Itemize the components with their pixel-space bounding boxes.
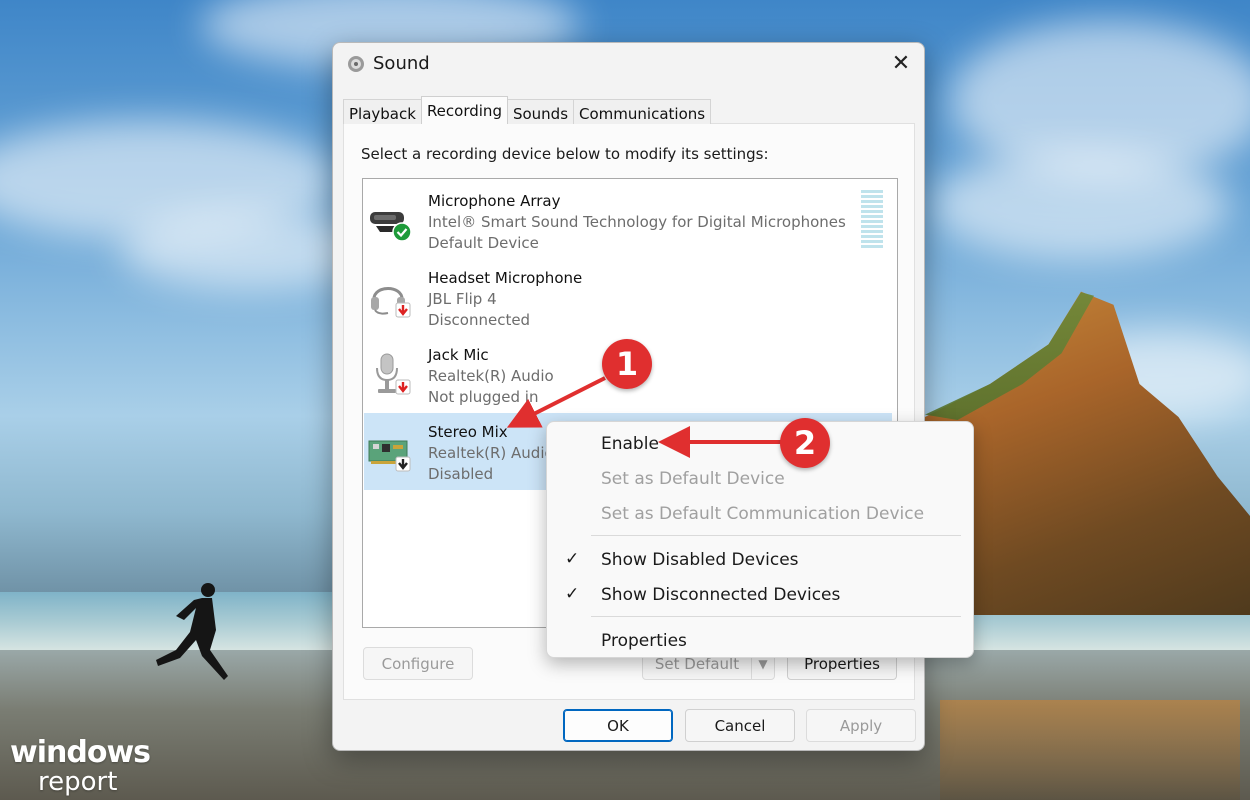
annotation-arrow-1 [506,376,606,428]
annotation-badge-1: 1 [602,339,652,389]
annotation-arrows [506,376,782,458]
annotation-badge-2: 2 [780,418,830,468]
